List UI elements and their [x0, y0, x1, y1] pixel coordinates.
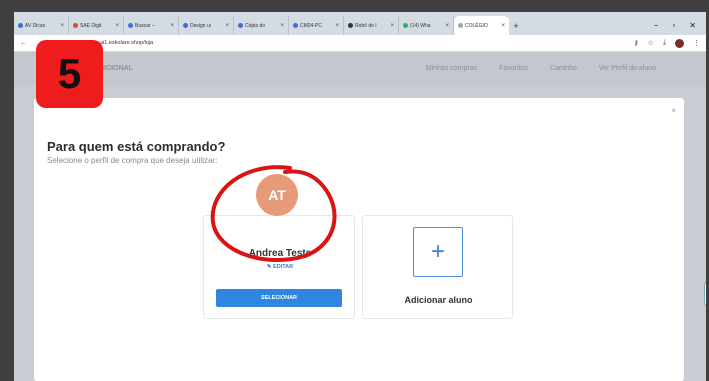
tab-favicon-icon	[403, 23, 408, 28]
window-controls: − ▫ ✕	[654, 16, 706, 35]
highlight-circle-annotation	[210, 165, 337, 262]
header-link[interactable]: Ver Perfil do aluno	[599, 65, 656, 72]
tab-close-icon[interactable]: ×	[170, 23, 174, 29]
tab-favicon-icon	[458, 23, 463, 28]
tab-label: (14) Wha	[410, 22, 431, 29]
menu-dots-icon[interactable]: ⋮	[693, 39, 700, 47]
plus-icon[interactable]: +	[413, 227, 463, 277]
tab-close-icon[interactable]: ×	[115, 23, 119, 29]
header-link[interactable]: Carrinho	[550, 65, 577, 72]
toolbar-icons: ⚷ ☆ ⤓ ⋮	[633, 38, 700, 48]
tab-close-icon[interactable]: ×	[335, 23, 339, 29]
tab-close-icon[interactable]: ×	[445, 23, 449, 29]
tab-favicon-icon	[238, 23, 243, 28]
tab-favicon-icon	[73, 23, 78, 28]
profile-modal: × Para quem está comprando? Selecione o …	[34, 98, 684, 381]
tab-favicon-icon	[183, 23, 188, 28]
side-widget[interactable]	[704, 280, 706, 308]
new-tab-button[interactable]: +	[509, 16, 523, 35]
tab-favicon-icon	[18, 23, 23, 28]
minimize-button[interactable]: −	[654, 21, 659, 30]
download-icon[interactable]: ⤓	[663, 39, 666, 47]
tab-close-icon[interactable]: ×	[501, 23, 505, 29]
tab-label: Robô de I	[355, 22, 377, 29]
tab-label: CM24-PC	[300, 22, 322, 29]
tab-label: AV Dicas	[25, 22, 46, 29]
profile-avatar-icon[interactable]	[675, 38, 684, 48]
maximize-button[interactable]: ▫	[672, 21, 675, 30]
tab-favicon-icon	[293, 23, 298, 28]
tab[interactable]: CM24-PC ×	[289, 16, 344, 35]
browser-window: AV Dicas × SAE Digit × Buscar – × Design ui…	[14, 12, 706, 381]
modal-close-icon[interactable]: ×	[671, 106, 676, 115]
modal-title: Para quem está comprando?	[47, 139, 226, 154]
tab[interactable]: SAE Digit ×	[69, 16, 124, 35]
back-icon[interactable]: ←	[20, 40, 30, 47]
step-badge: 5	[36, 40, 103, 108]
select-button[interactable]: SELECIONAR	[216, 289, 342, 307]
tab-favicon-icon	[348, 23, 353, 28]
tab[interactable]: Robô de I ×	[344, 16, 399, 35]
url-text[interactable]: ai1.eskolare.shop/loja	[100, 40, 153, 46]
close-window-button[interactable]: ✕	[689, 21, 696, 30]
tab-label: Cópia do	[245, 22, 266, 29]
tab[interactable]: Cópia do ×	[234, 16, 289, 35]
star-icon[interactable]: ☆	[648, 39, 654, 47]
site-header: ADICIONAL Minhas compras Favoritos Carri…	[14, 52, 706, 85]
key-icon[interactable]: ⚷	[633, 39, 638, 47]
address-toolbar: ← ai1.eskolare.shop/loja ⚷ ☆ ⤓ ⋮	[14, 35, 706, 52]
tab-close-icon[interactable]: ×	[390, 23, 394, 29]
tab[interactable]: Design ui ×	[179, 16, 234, 35]
tab-label: Buscar –	[135, 22, 155, 29]
tab-label: COLÉGIO	[465, 22, 488, 29]
tab-favicon-icon	[128, 23, 133, 28]
tab[interactable]: (14) Wha ×	[399, 16, 454, 35]
header-link[interactable]: Minhas compras	[426, 65, 477, 72]
tab-close-icon[interactable]: ×	[280, 23, 284, 29]
add-student-card[interactable]: + Adicionar aluno	[362, 215, 513, 319]
header-link[interactable]: Favoritos	[499, 65, 528, 72]
tab-strip: AV Dicas × SAE Digit × Buscar – × Design ui…	[14, 12, 706, 35]
header-links: Minhas compras Favoritos Carrinho Ver Pe…	[426, 65, 656, 72]
add-student-label: Adicionar aluno	[404, 295, 473, 305]
modal-subtitle: Selecione o perfil de compra que deseja …	[47, 156, 218, 165]
tab[interactable]: Buscar – ×	[124, 16, 179, 35]
screenshot-frame: AV Dicas × SAE Digit × Buscar – × Design ui…	[0, 0, 709, 381]
tab-label: Design ui	[190, 22, 211, 29]
tab-active[interactable]: COLÉGIO ×	[454, 16, 509, 35]
tab-close-icon[interactable]: ×	[60, 23, 64, 29]
tab-close-icon[interactable]: ×	[225, 23, 229, 29]
tab-label: SAE Digit	[80, 22, 102, 29]
tab[interactable]: AV Dicas ×	[14, 16, 69, 35]
